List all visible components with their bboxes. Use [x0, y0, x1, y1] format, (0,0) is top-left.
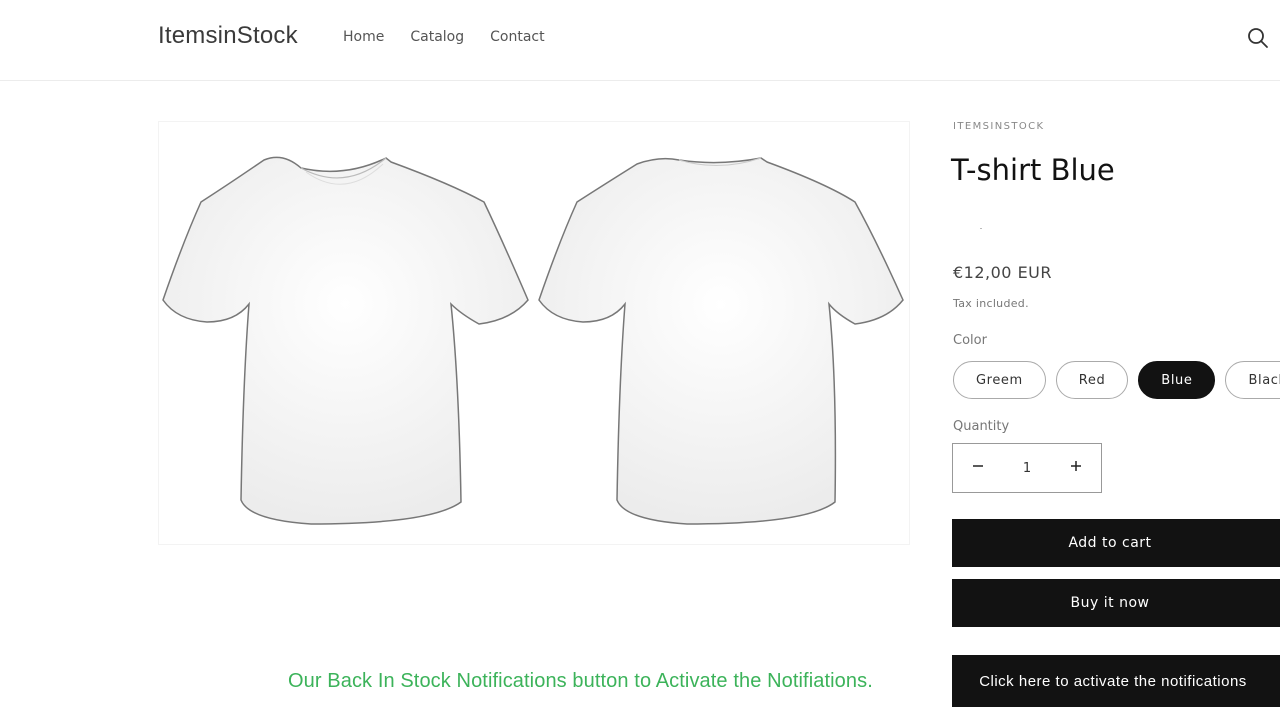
nav-contact[interactable]: Contact — [490, 29, 544, 45]
divider-dot — [980, 228, 982, 229]
product-vendor: ITEMSINSTOCK — [953, 121, 1045, 132]
main-nav: Home Catalog Contact — [343, 29, 545, 45]
search-button[interactable] — [1246, 26, 1270, 50]
product-price: €12,00 EUR — [953, 263, 1053, 282]
nav-catalog[interactable]: Catalog — [410, 29, 464, 45]
store-logo[interactable]: ItemsinStock — [158, 22, 298, 50]
color-options: Greem Red Blue Black — [953, 361, 1280, 399]
quantity-stepper — [952, 443, 1102, 493]
tshirt-back-image — [538, 157, 904, 525]
color-option-black[interactable]: Black — [1225, 361, 1280, 399]
increase-quantity-button[interactable] — [1051, 444, 1101, 492]
nav-home[interactable]: Home — [343, 29, 384, 45]
plus-icon — [1071, 461, 1081, 471]
add-to-cart-button[interactable]: Add to cart — [952, 519, 1280, 567]
quantity-input[interactable] — [1007, 460, 1047, 476]
product-image[interactable] — [158, 121, 910, 545]
search-icon — [1248, 28, 1268, 48]
color-option-red[interactable]: Red — [1055, 361, 1129, 399]
decrease-quantity-button[interactable] — [953, 444, 1003, 492]
activate-notifications-label: Click here to activate the notifications — [979, 672, 1247, 690]
color-label: Color — [953, 333, 987, 348]
activate-notifications-button[interactable]: Click here to activate the notifications — [952, 655, 1280, 707]
site-header: ItemsinStock Home Catalog Contact — [0, 0, 1280, 81]
quantity-label: Quantity — [953, 419, 1010, 434]
tax-note: Tax included. — [953, 297, 1029, 310]
buy-now-button[interactable]: Buy it now — [952, 579, 1280, 627]
overlay-caption: Our Back In Stock Notifications button t… — [288, 670, 873, 692]
minus-icon — [973, 465, 983, 467]
color-option-green[interactable]: Greem — [953, 361, 1046, 399]
product-title: T-shirt Blue — [951, 153, 1115, 187]
color-option-blue[interactable]: Blue — [1138, 361, 1216, 399]
tshirt-front-image — [162, 156, 529, 525]
